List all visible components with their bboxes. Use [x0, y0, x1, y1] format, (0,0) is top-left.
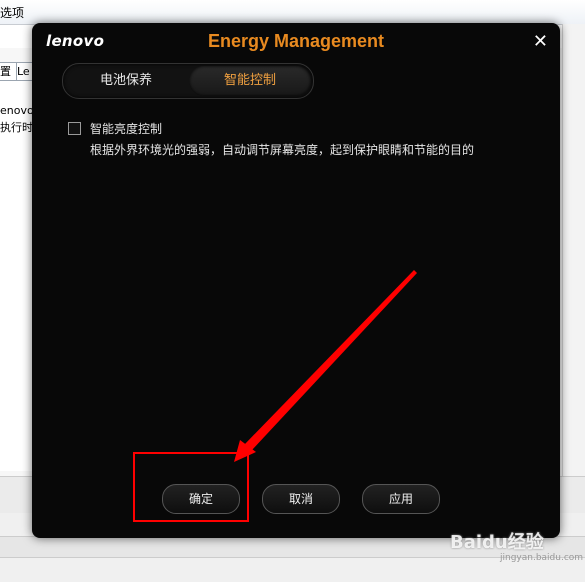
baidu-watermark-url: jingyan.baidu.com	[500, 553, 584, 563]
annotation-arrow	[234, 270, 417, 462]
annotation-highlight-box	[133, 452, 249, 522]
baidu-watermark: Baidu经验	[450, 532, 544, 553]
